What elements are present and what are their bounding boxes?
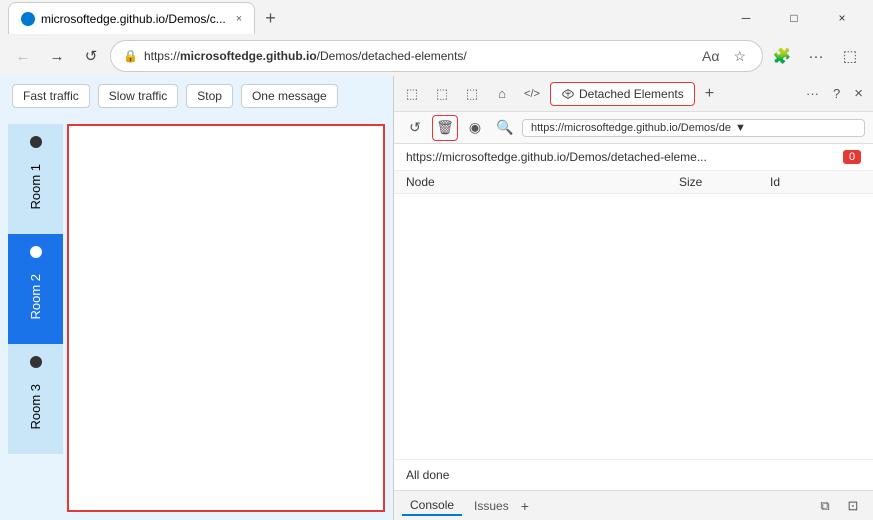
dt-tab-icon1[interactable]: ⬚ <box>398 80 426 108</box>
title-bar: microsoftedge.github.io/Demos/c... × + ─… <box>0 0 873 36</box>
webpage-main: Room 1 Room 2 Room 3 <box>0 116 393 520</box>
dt-address-bar[interactable]: https://microsoftedge.github.io/Demos/de… <box>522 119 865 137</box>
dt-search-btn[interactable]: 🔍 <box>492 115 518 141</box>
dt-url-text: https://microsoftedge.github.io/Demos/de… <box>406 150 843 164</box>
tab-close-btn[interactable]: × <box>236 13 242 25</box>
dt-col-size: Size <box>679 175 770 189</box>
room-2-dot <box>30 246 42 258</box>
address-bar[interactable]: 🔒 https://microsoftedge.github.io/Demos/… <box>110 40 763 72</box>
dt-col-node: Node <box>406 175 679 189</box>
dt-active-tab-label: Detached Elements <box>579 87 684 101</box>
room-3-label: Room 3 <box>28 384 43 430</box>
rooms-sidebar: Room 1 Room 2 Room 3 <box>8 124 63 512</box>
dt-eye-btn[interactable]: ◉ <box>462 115 488 141</box>
chat-area <box>67 124 385 512</box>
dt-address-text: https://microsoftedge.github.io/Demos/de <box>531 122 731 134</box>
browser-chrome: microsoftedge.github.io/Demos/c... × + ─… <box>0 0 873 520</box>
active-tab[interactable]: microsoftedge.github.io/Demos/c... × <box>8 2 255 34</box>
stop-button[interactable]: Stop <box>186 84 233 108</box>
dt-tab-icon4[interactable]: ⌂ <box>488 80 516 108</box>
favorites-btn[interactable]: ☆ <box>729 46 750 67</box>
close-button[interactable]: × <box>819 2 865 34</box>
maximize-button[interactable]: □ <box>771 2 817 34</box>
webpage: Fast traffic Slow traffic Stop One messa… <box>0 76 393 520</box>
room-2[interactable]: Room 2 <box>8 234 63 344</box>
dt-add-tab-btn[interactable]: + <box>699 83 720 105</box>
profile-btn[interactable]: ⬚ <box>835 41 865 71</box>
one-message-button[interactable]: One message <box>241 84 338 108</box>
dt-issues-tab[interactable]: Issues <box>466 497 517 515</box>
room-3[interactable]: Room 3 <box>8 344 63 454</box>
dt-url-row: https://microsoftedge.github.io/Demos/de… <box>394 144 873 171</box>
dt-console-settings-btn[interactable]: ⊡ <box>841 494 865 518</box>
forward-button[interactable]: → <box>42 41 72 71</box>
dt-tab-detached-elements[interactable]: Detached Elements <box>550 82 695 106</box>
address-text: https://microsoftedge.github.io/Demos/de… <box>144 49 692 63</box>
dt-console-add-btn[interactable]: + <box>521 498 529 514</box>
dt-dropdown-icon: ▼ <box>735 122 746 134</box>
content-area: Fast traffic Slow traffic Stop One messa… <box>0 76 873 520</box>
dt-tab-icon5[interactable]: </> <box>518 80 546 108</box>
fast-traffic-button[interactable]: Fast traffic <box>12 84 90 108</box>
refresh-button[interactable]: ↺ <box>76 41 106 71</box>
dt-badge: 0 <box>843 150 861 164</box>
tab-favicon <box>21 12 35 26</box>
dt-col-id: Id <box>770 175 861 189</box>
dt-content: https://microsoftedge.github.io/Demos/de… <box>394 144 873 490</box>
room-2-label: Room 2 <box>28 274 43 320</box>
dt-overflow-btn[interactable]: ··· <box>800 84 825 103</box>
room-1-dot <box>30 136 42 148</box>
dt-trash-btn[interactable]: 🗑 <box>432 115 458 141</box>
dt-table-header: Node Size Id <box>394 171 873 194</box>
minimize-button[interactable]: ─ <box>723 2 769 34</box>
dt-table: Node Size Id <box>394 171 873 459</box>
tab-label: microsoftedge.github.io/Demos/c... <box>41 12 226 26</box>
dt-console-tab[interactable]: Console <box>402 496 462 516</box>
dt-console-bar: Console Issues + ⧉ ⊡ <box>394 490 873 520</box>
new-tab-button[interactable]: + <box>259 6 282 31</box>
back-button[interactable]: ← <box>8 41 38 71</box>
dt-console-right: ⧉ ⊡ <box>813 494 865 518</box>
more-btn[interactable]: ··· <box>801 41 831 71</box>
devtools-tabs: ⬚ ⬚ ⬚ ⌂ </> Detached Elements + ··· ? × <box>394 76 873 112</box>
dt-tab-icon3[interactable]: ⬚ <box>458 80 486 108</box>
room-3-dot <box>30 356 42 368</box>
devtools-panel: ⬚ ⬚ ⬚ ⌂ </> Detached Elements + ··· ? × <box>393 76 873 520</box>
dt-toolbar: ↺ 🗑 ◉ 🔍 https://microsoftedge.github.io/… <box>394 112 873 144</box>
dt-tab-icon2[interactable]: ⬚ <box>428 80 456 108</box>
room-1-label: Room 1 <box>28 164 43 210</box>
room-1[interactable]: Room 1 <box>8 124 63 234</box>
window-controls: ─ □ × <box>723 2 865 34</box>
dt-status: All done <box>394 459 873 490</box>
nav-bar: ← → ↺ 🔒 https://microsoftedge.github.io/… <box>0 36 873 76</box>
dt-console-dock-btn[interactable]: ⧉ <box>813 494 837 518</box>
dt-help-btn[interactable]: ? <box>827 84 846 103</box>
tab-bar: microsoftedge.github.io/Demos/c... × + <box>8 2 719 34</box>
slow-traffic-button[interactable]: Slow traffic <box>98 84 178 108</box>
lock-icon: 🔒 <box>123 49 138 63</box>
webpage-toolbar: Fast traffic Slow traffic Stop One messa… <box>0 76 393 116</box>
read-aloud-btn[interactable]: Aα <box>698 46 723 66</box>
extensions-btn[interactable]: 🧩 <box>767 41 797 71</box>
dt-close-btn[interactable]: × <box>848 83 869 104</box>
dt-refresh-btn[interactable]: ↺ <box>402 115 428 141</box>
detached-elements-icon <box>561 87 575 101</box>
